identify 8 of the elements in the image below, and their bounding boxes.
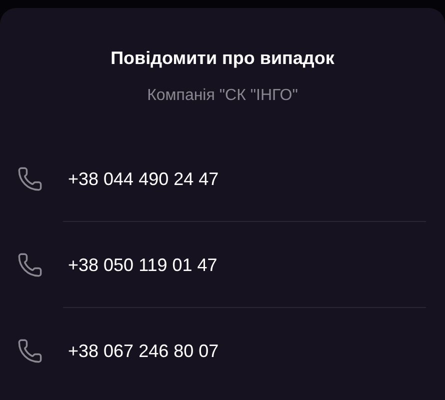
phone-number-link[interactable]: +38 067 246 80 07 [68,340,219,362]
company-name: Компанія "СК "ІНГО" [146,86,299,106]
phone-number-link[interactable]: +38 050 119 01 47 [68,254,218,276]
phone-icon [17,252,43,278]
phone-icon [17,166,43,192]
phone-number-link[interactable]: +38 044 490 24 47 [68,168,219,190]
sheet-title: Повідомити про випадок [110,47,336,70]
phone-icon [17,338,43,364]
